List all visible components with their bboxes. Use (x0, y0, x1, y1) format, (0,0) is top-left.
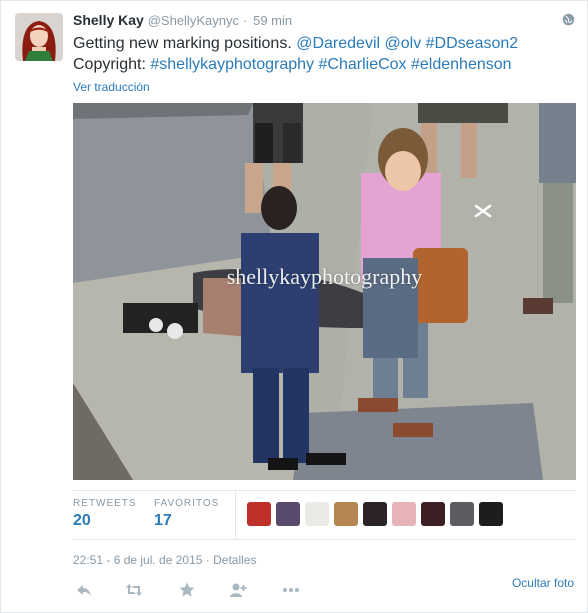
stats-divider (235, 491, 236, 539)
favoriter-avatar[interactable] (247, 502, 271, 526)
tweet-header: Shelly Kay @ShellyKaynyc · 59 min (73, 12, 292, 28)
tweet-timestamp: 22:51 - 6 de jul. de 2015 · Detalles (73, 553, 256, 567)
username[interactable]: @ShellyKaynyc (148, 13, 239, 28)
avatar[interactable] (15, 13, 63, 61)
timestamp-separator: · (205, 553, 210, 567)
favorites-label: FAVORITOS (154, 498, 220, 509)
translate-link[interactable]: Ver traducción (73, 80, 150, 94)
hashtag-eldenhenson[interactable]: #eldenhenson (411, 56, 512, 73)
hashtag-ddseason2[interactable]: #DDseason2 (426, 35, 519, 52)
fullname[interactable]: Shelly Kay (73, 12, 144, 28)
hide-photo-link[interactable]: Ocultar foto (512, 576, 574, 590)
favoriter-avatar[interactable] (363, 502, 387, 526)
close-icon[interactable] (470, 198, 496, 224)
favoriter-avatar[interactable] (479, 502, 503, 526)
retweet-button[interactable] (123, 579, 145, 601)
tweet-text-prefix: Getting new marking positions. (73, 35, 297, 52)
avatar-image (15, 13, 63, 61)
globe-icon[interactable] (562, 13, 575, 26)
favorite-icon (179, 582, 195, 597)
retweets-label: RETWEETS (73, 498, 137, 509)
retweets-count: 20 (73, 512, 91, 529)
more-icon (283, 588, 299, 592)
tweet-photo[interactable]: shellykayphotography (73, 103, 576, 480)
retweet-icon (126, 584, 142, 596)
favoriter-avatar[interactable] (450, 502, 474, 526)
hashtag-charliecox[interactable]: #CharlieCox (319, 56, 407, 73)
favorites-count: 17 (154, 512, 172, 529)
tweet-actions (73, 579, 576, 603)
header-separator: · (242, 13, 248, 28)
favoriter-avatar[interactable] (305, 502, 329, 526)
reply-button[interactable] (73, 579, 95, 601)
reply-icon (77, 585, 91, 596)
favoriter-avatar[interactable] (334, 502, 358, 526)
more-button[interactable] (280, 579, 302, 601)
hashtag-shellykayphotography[interactable]: #shellykayphotography (150, 56, 314, 73)
favorites-stat[interactable]: FAVORITOS 17 (154, 498, 219, 530)
photo-watermark: shellykayphotography (226, 264, 423, 289)
follow-icon (230, 583, 247, 597)
details-link[interactable]: Detalles (213, 553, 256, 567)
copyright-label: Copyright: (73, 56, 151, 73)
photo-scene (73, 103, 576, 480)
favoriter-avatar[interactable] (421, 502, 445, 526)
follow-button[interactable] (227, 579, 249, 601)
tweet-time[interactable]: 59 min (253, 13, 292, 28)
favorite-button[interactable] (176, 579, 198, 601)
timestamp-text: 22:51 - 6 de jul. de 2015 (73, 553, 203, 567)
tweet-card: Shelly Kay @ShellyKaynyc · 59 min Gettin… (0, 0, 588, 613)
mention-olv[interactable]: @olv (385, 35, 422, 52)
favoriter-avatar[interactable] (392, 502, 416, 526)
favoriter-avatar[interactable] (276, 502, 300, 526)
mention-daredevil[interactable]: @Daredevil (296, 35, 380, 52)
tweet-text: Getting new marking positions. @Daredevi… (73, 33, 573, 75)
retweets-stat[interactable]: RETWEETS 20 (73, 498, 137, 530)
tweet-stats: RETWEETS 20 FAVORITOS 17 (73, 490, 576, 540)
